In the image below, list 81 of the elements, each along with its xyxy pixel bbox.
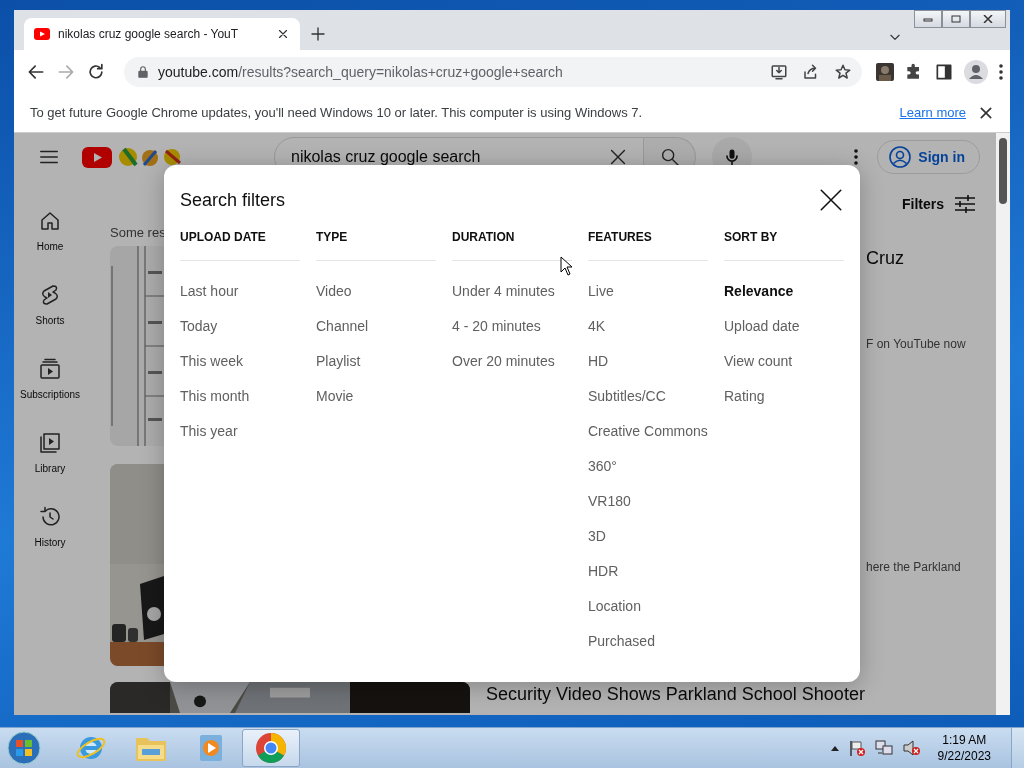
browser-tab[interactable]: nikolas cruz google search - YouT xyxy=(24,18,300,50)
filter-option[interactable]: Video xyxy=(316,273,352,308)
dialog-title: Search filters xyxy=(180,189,286,211)
play-logo-icon xyxy=(34,28,50,40)
filter-option[interactable]: Over 20 minutes xyxy=(452,343,555,378)
show-hidden-icon[interactable] xyxy=(829,744,840,752)
filter-option[interactable]: Purchased xyxy=(588,623,655,658)
volume-muted-icon[interactable] xyxy=(901,739,922,757)
more-icon[interactable] xyxy=(853,148,860,166)
address-bar[interactable]: youtube.com/results?search_query=nikolas+cruz+google+search xyxy=(124,56,862,87)
video-title[interactable]: Security Video Shows Parkland School Shooter xyxy=(486,684,865,705)
lock-icon xyxy=(136,64,150,79)
chrome-icon[interactable] xyxy=(255,732,287,764)
filter-option[interactable]: Playlist xyxy=(316,343,361,378)
new-tab-icon[interactable] xyxy=(310,26,326,42)
infobar-message: To get future Google Chrome updates, you'll need Windows 10 or later. This computer is using Windows 7. xyxy=(30,105,644,120)
close-icon[interactable] xyxy=(818,187,844,213)
scrollbar[interactable] xyxy=(996,133,1010,715)
filter-option[interactable]: Subtitles/CC xyxy=(588,378,666,413)
filter-group-heading: TYPE xyxy=(316,228,436,261)
learn-more-link[interactable]: Learn more xyxy=(899,105,966,120)
close-icon[interactable] xyxy=(276,27,290,41)
guide-item[interactable]: Shorts xyxy=(14,267,86,341)
guide-item[interactable]: Home xyxy=(14,193,86,267)
filter-option[interactable]: Live xyxy=(588,273,614,308)
person-icon xyxy=(888,145,913,169)
menu-icon[interactable] xyxy=(998,62,1004,81)
library-icon[interactable] xyxy=(38,430,62,455)
filter-option[interactable]: 360° xyxy=(588,448,617,483)
filter-option[interactable]: Rating xyxy=(724,378,765,413)
filter-group-heading: FEATURES xyxy=(588,228,708,261)
filter-option[interactable]: HDR xyxy=(588,553,619,588)
video-title[interactable]: Cruz xyxy=(866,248,966,269)
guide-item[interactable]: Library xyxy=(14,415,86,489)
filter-option[interactable]: This week xyxy=(180,343,244,378)
start-button[interactable] xyxy=(4,728,44,768)
extension-icon[interactable] xyxy=(876,62,894,81)
video-description: F on YouTube now xyxy=(866,337,966,351)
filter-option[interactable]: HD xyxy=(588,343,609,378)
install-icon[interactable] xyxy=(770,62,788,81)
minimize-button[interactable] xyxy=(914,10,942,28)
network-icon[interactable] xyxy=(873,739,894,757)
profile-icon[interactable] xyxy=(964,59,988,84)
filter-option[interactable]: Location xyxy=(588,588,641,623)
filter-option[interactable]: Creative Commons xyxy=(588,413,708,448)
filter-option[interactable]: 4K xyxy=(588,308,606,343)
filter-option[interactable]: Last hour xyxy=(180,273,239,308)
filter-option[interactable]: Relevance xyxy=(724,273,794,308)
filter-option[interactable]: Today xyxy=(180,308,218,343)
play-logo-icon[interactable] xyxy=(82,146,112,168)
guide-item[interactable]: History xyxy=(14,489,86,563)
star-icon[interactable] xyxy=(834,62,852,81)
filter-option[interactable]: Movie xyxy=(316,378,354,413)
filter-option[interactable]: This month xyxy=(180,378,250,413)
history-icon[interactable] xyxy=(38,504,62,529)
mouse-pointer-icon xyxy=(560,256,573,276)
windows-logo-icon xyxy=(7,731,41,765)
maximize-icon xyxy=(951,15,961,23)
filter-option[interactable]: VR180 xyxy=(588,483,631,518)
clock[interactable]: 1:19 AM 9/22/2023 xyxy=(937,732,991,764)
guide-item[interactable]: Subscriptions xyxy=(14,341,86,415)
filter-group-heading: SORT BY xyxy=(724,228,844,261)
sliders-icon xyxy=(954,195,976,213)
subscriptions-icon[interactable] xyxy=(38,356,62,381)
filter-group-heading: UPLOAD DATE xyxy=(180,228,300,261)
filter-option[interactable]: This year xyxy=(180,413,238,448)
reload-icon[interactable] xyxy=(86,61,106,82)
close-icon xyxy=(983,15,993,23)
flag-icon[interactable] xyxy=(847,739,866,757)
filter-option[interactable]: 4 - 20 minutes xyxy=(452,308,541,343)
filter-option[interactable]: 3D xyxy=(588,518,606,553)
close-icon[interactable] xyxy=(978,104,994,121)
filter-option[interactable]: Under 4 minutes xyxy=(452,273,555,308)
filter-option[interactable]: Channel xyxy=(316,308,369,343)
minimize-icon xyxy=(923,16,933,22)
video-description: here the Parkland xyxy=(866,560,961,574)
filters-button[interactable]: Filters xyxy=(902,195,976,213)
media-player-icon[interactable] xyxy=(197,733,225,763)
close-window-button[interactable] xyxy=(970,10,1006,28)
filter-option[interactable]: Upload date xyxy=(724,308,800,343)
filter-option[interactable]: View count xyxy=(724,343,793,378)
